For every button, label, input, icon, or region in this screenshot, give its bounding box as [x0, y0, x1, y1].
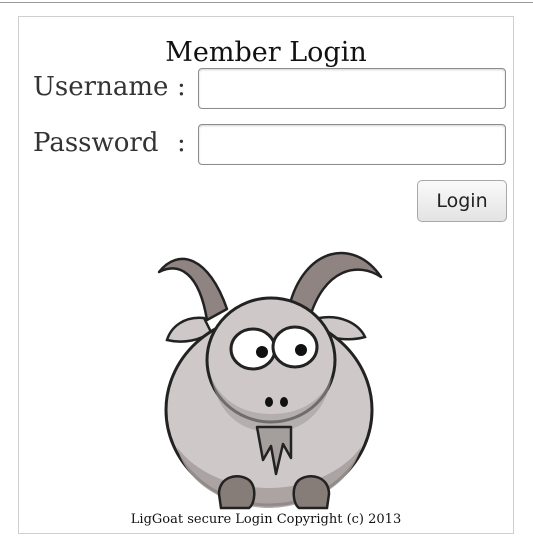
password-colon: :	[177, 128, 186, 158]
username-input[interactable]	[198, 68, 506, 109]
username-colon: :	[177, 72, 186, 102]
password-label: Password	[33, 128, 159, 158]
login-panel: Member Login Username : Password : Login…	[18, 16, 514, 534]
username-label: Username	[33, 72, 169, 102]
login-button[interactable]: Login	[417, 180, 507, 222]
top-divider	[0, 2, 533, 3]
footer-copyright: LigGoat secure Login Copyright (c) 2013	[130, 512, 402, 527]
page-title: Member Login	[165, 37, 367, 68]
goat-mascot-icon	[157, 251, 383, 510]
password-input[interactable]	[198, 124, 506, 165]
